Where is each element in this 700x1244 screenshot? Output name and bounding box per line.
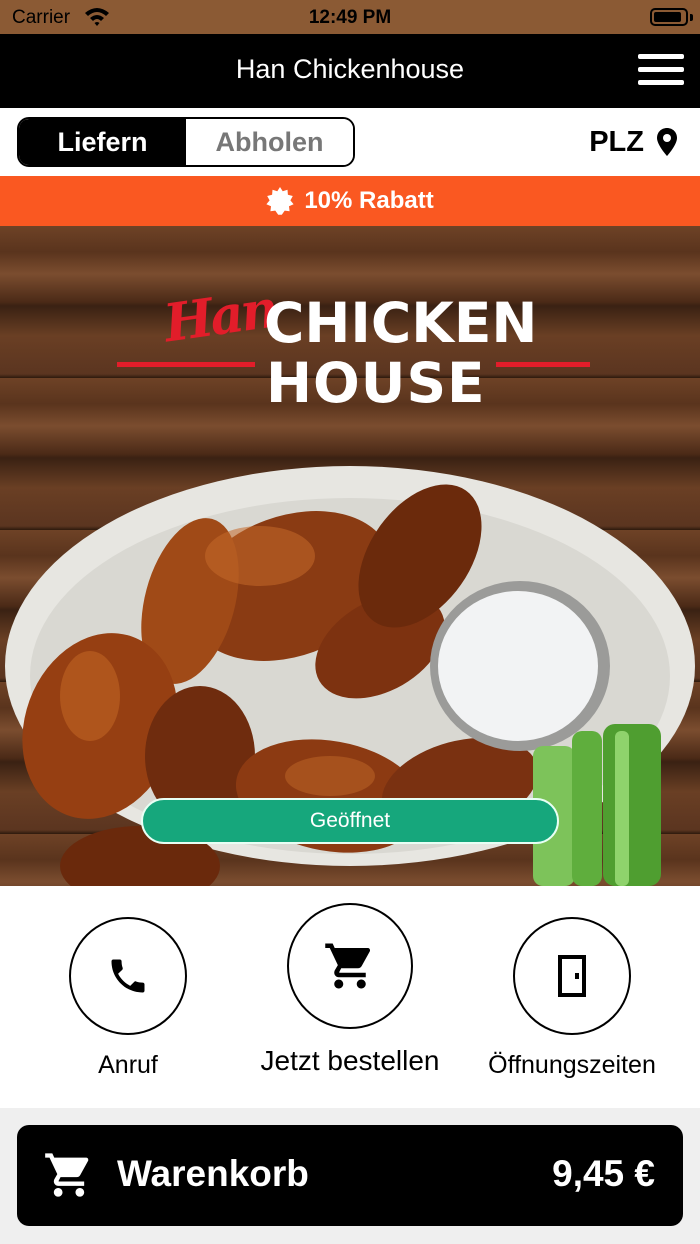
tab-deliver[interactable]: Liefern [19,119,186,165]
bottom-area: Warenkorb 9,45 € [0,1108,700,1244]
logo-line-left [117,362,255,367]
order-label: Jetzt bestellen [260,1045,440,1076]
hamburger-icon [638,54,684,59]
hero-image: Han CHICKEN HOUSE Geöffnet [0,226,700,886]
opening-hours-label: Öffnungszeiten [488,1051,656,1079]
postcode-label: PLZ [589,125,644,158]
clock: 12:49 PM [308,7,392,28]
postcode-button[interactable]: PLZ [589,122,678,162]
cart-label: Warenkorb [117,1153,309,1194]
hamburger-icon-line [638,80,684,85]
logo-line-right [496,362,590,367]
menu-button[interactable] [638,54,684,86]
app-header: Han Chickenhouse [0,34,700,108]
battery-tip [690,14,693,21]
call-button[interactable] [69,917,187,1035]
page-title: Han Chickenhouse [235,54,465,84]
hamburger-icon-line [638,67,684,72]
promo-text: 10% Rabatt [304,187,434,214]
call-label: Anruf [98,1051,158,1079]
dip-sauce [438,591,598,741]
opening-hours-button[interactable] [513,917,631,1035]
badge-icon [266,187,294,215]
door-icon [558,955,586,997]
order-button[interactable] [287,903,413,1029]
mode-row: Liefern Abholen PLZ [0,108,700,176]
battery-fill [654,12,681,22]
opening-hours-action[interactable]: Öffnungszeiten [482,917,662,1080]
quick-actions: Anruf Jetzt bestellen Öffnungszeiten [0,886,700,1108]
delivery-mode-toggle: Liefern Abholen [17,117,355,167]
logo-word-house: HOUSE [266,351,486,415]
cart-button[interactable]: Warenkorb 9,45 € [17,1125,683,1226]
tab-pickup[interactable]: Abholen [186,119,353,165]
promo-banner[interactable]: 10% Rabatt [0,176,700,226]
cart-icon [325,943,371,989]
open-status-badge: Geöffnet [141,798,559,844]
cart-icon [45,1153,89,1197]
call-action[interactable]: Anruf [48,917,208,1080]
battery-icon [650,8,688,26]
order-action[interactable]: Jetzt bestellen [250,903,450,1077]
phone-icon [111,959,145,993]
location-pin-icon [657,128,677,156]
logo-word-chicken: CHICKEN [264,291,538,355]
status-bar: Carrier 12:49 PM [0,0,700,34]
cart-total: 9,45 € [552,1153,655,1194]
